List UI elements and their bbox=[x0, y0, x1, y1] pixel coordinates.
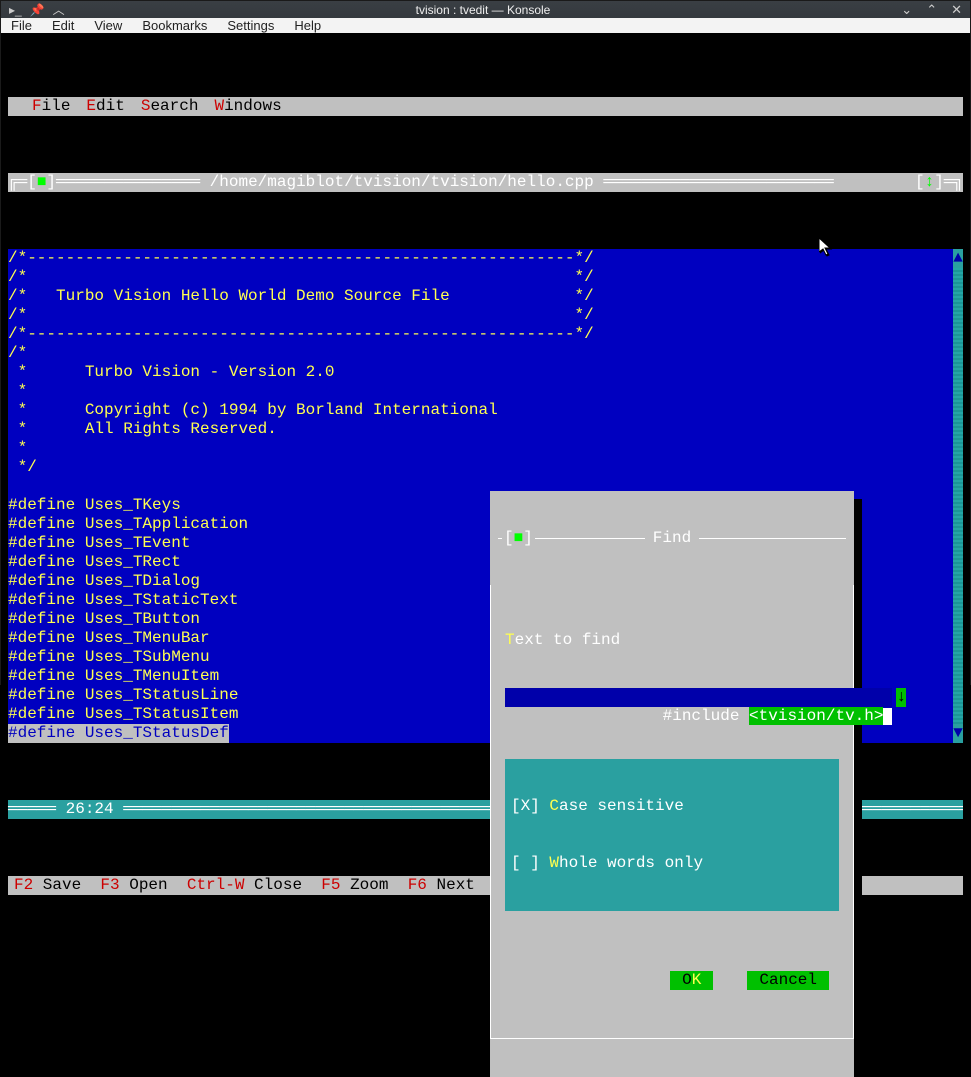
titlebar: ▸_ 📌 ︿ tvision : tvedit — Konsole ⌄ ⌃ ✕ bbox=[1, 1, 970, 18]
find-titlebar: [■] Find bbox=[490, 529, 854, 548]
editor-close-icon[interactable]: ╔═[■] bbox=[8, 173, 56, 192]
konsole-window: ▸_ 📌 ︿ tvision : tvedit — Konsole ⌄ ⌃ ✕ … bbox=[0, 0, 971, 685]
terminal-area: File Edit Search Windows ╔═[■] ═════════… bbox=[1, 33, 970, 959]
editor-body[interactable]: /*--------------------------------------… bbox=[8, 249, 963, 743]
text-cursor bbox=[883, 708, 892, 725]
code-line[interactable]: /* bbox=[8, 344, 953, 363]
konsole-menubar: File Edit View Bookmarks Settings Help bbox=[1, 18, 970, 33]
tv-menu-edit[interactable]: Edit bbox=[78, 97, 132, 116]
find-options: [X] Case sensitive [ ] Whole words only bbox=[505, 759, 839, 911]
vertical-scrollbar[interactable]: ▲ ▼ bbox=[953, 249, 963, 743]
code-line[interactable]: * Turbo Vision - Version 2.0 bbox=[8, 363, 953, 382]
editor-zoom-icon[interactable]: [↕]═╗ bbox=[915, 173, 963, 192]
help-item[interactable]: F6 Next bbox=[408, 876, 494, 895]
code-line[interactable]: * bbox=[8, 382, 953, 401]
code-line[interactable]: /*--------------------------------------… bbox=[8, 249, 953, 268]
close-button[interactable]: ✕ bbox=[951, 2, 962, 18]
terminal-icon: ▸_ bbox=[9, 3, 22, 17]
find-dialog: [■] Find Text to find #include <tvision/… bbox=[490, 491, 854, 1077]
menu-settings[interactable]: Settings bbox=[227, 18, 274, 33]
editor-frame-top: ╔═[■] ═══════════════ /home/magiblot/tvi… bbox=[8, 173, 963, 192]
whole-words-checkbox[interactable]: [ ] Whole words only bbox=[511, 854, 833, 873]
mouse-cursor-icon bbox=[819, 238, 833, 261]
minimize-button[interactable]: ⌄ bbox=[901, 2, 912, 18]
code-line[interactable]: /* Turbo Vision Hello World Demo Source … bbox=[8, 287, 953, 306]
code-line[interactable]: * bbox=[8, 439, 953, 458]
code-line[interactable]: /*--------------------------------------… bbox=[8, 325, 953, 344]
tvision-app: File Edit Search Windows ╔═[■] ═════════… bbox=[8, 40, 963, 952]
menu-view[interactable]: View bbox=[94, 18, 122, 33]
menu-file[interactable]: File bbox=[11, 18, 32, 33]
code-line[interactable]: /* */ bbox=[8, 306, 953, 325]
case-sensitive-checkbox[interactable]: [X] Case sensitive bbox=[511, 797, 833, 816]
menu-edit[interactable]: Edit bbox=[52, 18, 74, 33]
tv-menu-file[interactable]: File bbox=[24, 97, 78, 116]
find-label: Text to find bbox=[505, 631, 839, 650]
maximize-button[interactable]: ⌃ bbox=[926, 2, 937, 18]
find-close-icon[interactable]: [■] bbox=[502, 529, 535, 548]
scroll-down-icon[interactable]: ▼ bbox=[953, 724, 963, 743]
scroll-track[interactable] bbox=[953, 268, 963, 724]
cursor-position: 26:24 bbox=[66, 800, 114, 819]
help-item[interactable]: F2 Save bbox=[14, 876, 100, 895]
code-line[interactable]: * All Rights Reserved. bbox=[8, 420, 953, 439]
menu-bookmarks[interactable]: Bookmarks bbox=[142, 18, 207, 33]
cancel-button[interactable]: Cancel bbox=[747, 971, 829, 990]
editor-title: /home/magiblot/tvision/tvision/hello.cpp bbox=[210, 173, 594, 192]
window-title: tvision : tvedit — Konsole bbox=[65, 3, 902, 17]
scroll-up-icon[interactable]: ▲ bbox=[953, 249, 963, 268]
help-item[interactable]: F3 Open bbox=[100, 876, 186, 895]
find-title: Find bbox=[645, 529, 699, 548]
code-line[interactable]: /* */ bbox=[8, 268, 953, 287]
tv-menubar: File Edit Search Windows bbox=[8, 97, 963, 116]
find-input[interactable]: #include <tvision/tv.h> bbox=[505, 688, 892, 707]
tv-menu-search[interactable]: Search bbox=[133, 97, 207, 116]
code-line[interactable]: */ bbox=[8, 458, 953, 477]
menu-help[interactable]: Help bbox=[294, 18, 321, 33]
help-item[interactable]: Ctrl-W Close bbox=[187, 876, 321, 895]
ok-button[interactable]: OK bbox=[670, 971, 713, 990]
tv-menu-windows[interactable]: Windows bbox=[206, 97, 289, 116]
find-history-icon[interactable]: ↓ bbox=[896, 688, 906, 707]
code-line[interactable]: * Copyright (c) 1994 by Borland Internat… bbox=[8, 401, 953, 420]
pin-icon[interactable]: 📌 bbox=[30, 3, 45, 17]
help-item[interactable]: F5 Zoom bbox=[321, 876, 407, 895]
chevrons-up-icon[interactable]: ︿ bbox=[53, 1, 65, 18]
